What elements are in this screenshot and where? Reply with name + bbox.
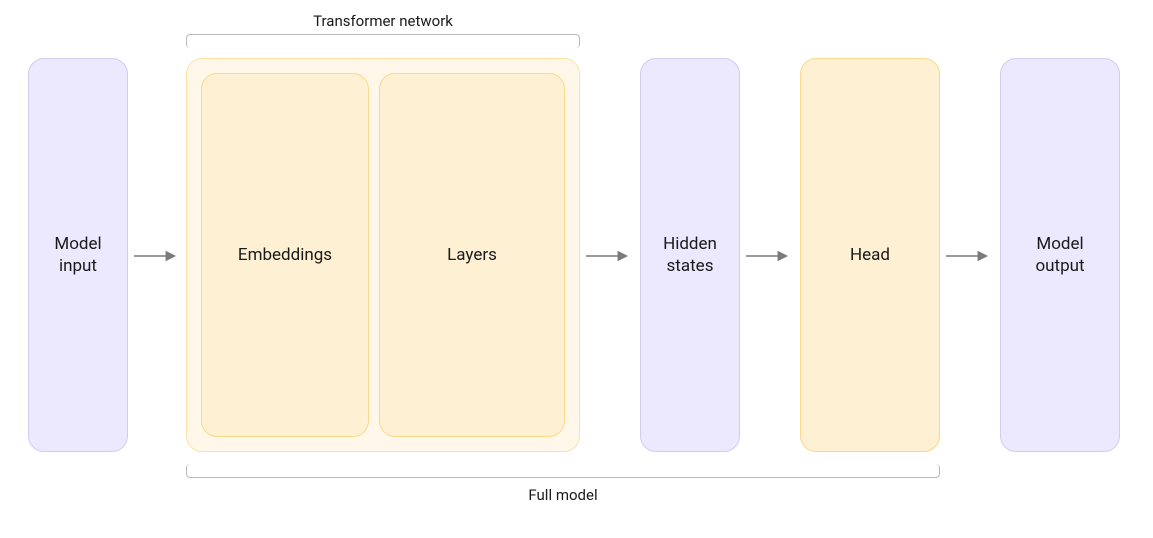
box-model-input-label: Model input <box>39 233 117 277</box>
box-head: Head <box>800 58 940 452</box>
box-model-output-label: Model output <box>1011 233 1109 277</box>
arrow-hidden-to-head <box>744 249 792 263</box>
box-hidden-states: Hidden states <box>640 58 740 452</box>
bracket-full-model <box>186 464 940 478</box>
label-transformer-network: Transformer network <box>186 12 580 30</box>
box-hidden-states-label: Hidden states <box>651 233 729 277</box>
arrow-input-to-transformer <box>132 249 180 263</box>
box-head-label: Head <box>850 244 890 266</box>
arrow-transformer-to-hidden <box>584 249 632 263</box>
box-model-output: Model output <box>1000 58 1120 452</box>
bracket-transformer-network <box>186 34 580 48</box>
transformer-architecture-diagram: Transformer network Model input Embeddin… <box>0 0 1153 538</box>
box-layers: Layers <box>379 73 565 437</box>
box-layers-label: Layers <box>447 244 497 266</box>
box-model-input: Model input <box>28 58 128 452</box>
arrow-head-to-output <box>944 249 992 263</box>
label-full-model: Full model <box>186 486 940 504</box>
box-embeddings-label: Embeddings <box>238 244 332 266</box>
box-embeddings: Embeddings <box>201 73 369 437</box>
